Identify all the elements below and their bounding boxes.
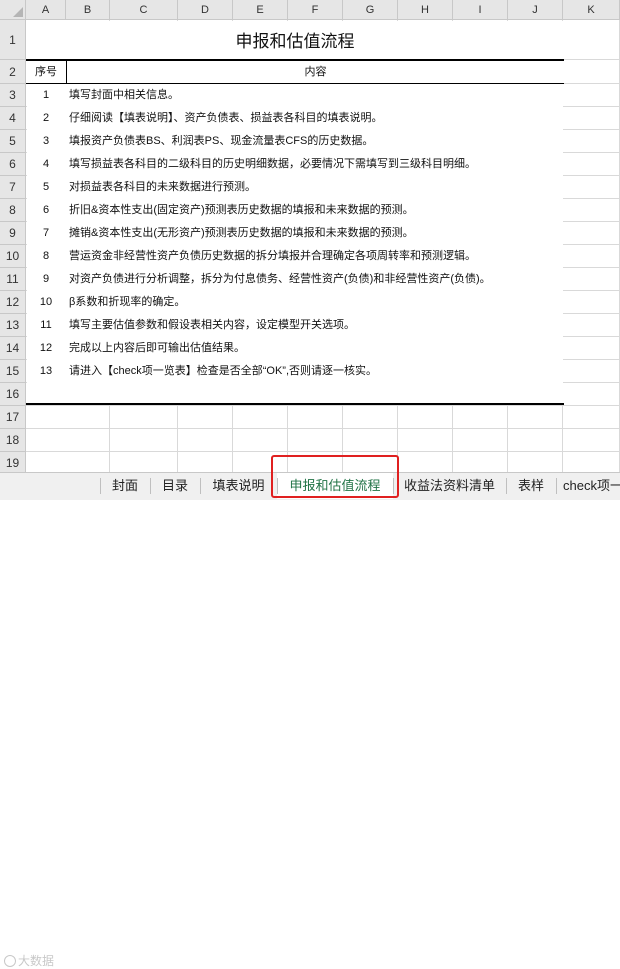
row-header-10[interactable]: 10: [0, 245, 26, 268]
select-all-corner[interactable]: [0, 0, 26, 20]
column-header-g[interactable]: G: [343, 0, 398, 20]
item-text[interactable]: 填写主要估值参数和假设表相关内容，设定模型开关选项。: [69, 314, 564, 337]
item-number[interactable]: 9: [26, 268, 66, 291]
item-text[interactable]: 营运资金非经营性资产负债历史数据的拆分填报并合理确定各项周转率和预测逻辑。: [69, 245, 564, 268]
row-header-18[interactable]: 18: [0, 429, 26, 452]
item-text[interactable]: 填写损益表各科目的二级科目的历史明细数据，必要情况下需填写到三级科目明细。: [69, 153, 564, 176]
item-number[interactable]: 7: [26, 222, 66, 245]
row-header-13[interactable]: 13: [0, 314, 26, 337]
item-number[interactable]: 4: [26, 153, 66, 176]
column-header-i[interactable]: I: [453, 0, 508, 20]
item-text[interactable]: 填写封面中相关信息。: [69, 84, 564, 107]
sheet-title: 申报和估值流程: [235, 32, 355, 51]
sheet-tab-7[interactable]: check项一: [556, 473, 620, 499]
row-header-2[interactable]: 2: [0, 60, 26, 84]
row-header-4[interactable]: 4: [0, 107, 26, 130]
item-number[interactable]: 11: [26, 314, 66, 337]
active-tab-highlight: [271, 455, 399, 498]
tab-separator: [556, 478, 557, 494]
sheet-tab-3[interactable]: 填表说明: [200, 473, 277, 499]
row-header-17[interactable]: 17: [0, 406, 26, 429]
row-header-5[interactable]: 5: [0, 130, 26, 153]
tab-separator: [200, 478, 201, 494]
tab-separator: [100, 478, 101, 494]
row-header-14[interactable]: 14: [0, 337, 26, 360]
item-text[interactable]: 对损益表各科目的未来数据进行预测。: [69, 176, 564, 199]
item-number[interactable]: 13: [26, 360, 66, 383]
row-header-16[interactable]: 16: [0, 383, 26, 406]
column-header-j[interactable]: J: [508, 0, 563, 20]
item-text[interactable]: 摊销&资本性支出(无形资产)预测表历史数据的填报和未来数据的预测。: [69, 222, 564, 245]
column-header-k[interactable]: K: [563, 0, 620, 20]
spreadsheet-grid[interactable]: ABCDEFGHIJK 1 2 3 4 5 6 7 8 9 10 11 12 13 14 15 16 17 18 1…: [0, 0, 620, 472]
row-header-15[interactable]: 15: [0, 360, 26, 383]
seq-header: 序号: [35, 66, 57, 78]
item-text[interactable]: 请进入【check项一览表】检查是否全部“OK”,否则请逐一核实。: [69, 360, 564, 383]
content-header: 内容: [304, 66, 327, 78]
watermark: 大数据: [4, 952, 54, 969]
item-number[interactable]: 5: [26, 176, 66, 199]
row-header-1[interactable]: 1: [0, 20, 26, 60]
item-text[interactable]: 折旧&资本性支出(固定资产)预测表历史数据的填报和未来数据的预测。: [69, 199, 564, 222]
item-number[interactable]: 10: [26, 291, 66, 314]
item-number[interactable]: 2: [26, 107, 66, 130]
sheet-tab-1[interactable]: 封面: [100, 473, 150, 499]
column-header-f[interactable]: F: [288, 0, 343, 20]
row-header-7[interactable]: 7: [0, 176, 26, 199]
item-number[interactable]: 8: [26, 245, 66, 268]
column-header-d[interactable]: D: [178, 0, 233, 20]
row-header-3[interactable]: 3: [0, 84, 26, 107]
item-text[interactable]: 仔细阅读【填表说明】、资产负债表、损益表各科目的填表说明。: [69, 107, 564, 130]
column-header-b[interactable]: B: [66, 0, 110, 20]
row-header-9[interactable]: 9: [0, 222, 26, 245]
item-text[interactable]: 对资产负债进行分析调整，拆分为付息债务、经营性资产(负债)和非经营性资产(负债)…: [69, 268, 564, 291]
row-header-19[interactable]: 19: [0, 452, 26, 472]
sheet-tab-6[interactable]: 表样: [506, 473, 556, 499]
bottom-border: [26, 403, 564, 405]
column-header-e[interactable]: E: [233, 0, 288, 20]
item-number[interactable]: 1: [26, 84, 66, 107]
item-number[interactable]: 6: [26, 199, 66, 222]
sheet-tab-5[interactable]: 收益法资料清单: [393, 473, 506, 499]
item-text[interactable]: 完成以上内容后即可输出估值结果。: [69, 337, 564, 360]
watermark-icon: [4, 955, 16, 967]
row-header-6[interactable]: 6: [0, 153, 26, 176]
item-number[interactable]: 12: [26, 337, 66, 360]
column-header-h[interactable]: H: [398, 0, 453, 20]
item-text[interactable]: 填报资产负债表BS、利润表PS、现金流量表CFS的历史数据。: [69, 130, 564, 153]
tab-separator: [150, 478, 151, 494]
item-text[interactable]: β系数和折现率的确定。: [69, 291, 564, 314]
row-header-11[interactable]: 11: [0, 268, 26, 291]
column-header-c[interactable]: C: [110, 0, 178, 20]
row-header-8[interactable]: 8: [0, 199, 26, 222]
item-number[interactable]: 3: [26, 130, 66, 153]
row-header-12[interactable]: 12: [0, 291, 26, 314]
tab-separator: [506, 478, 507, 494]
sheet-tab-2[interactable]: 目录: [150, 473, 200, 499]
column-header-a[interactable]: A: [26, 0, 66, 20]
